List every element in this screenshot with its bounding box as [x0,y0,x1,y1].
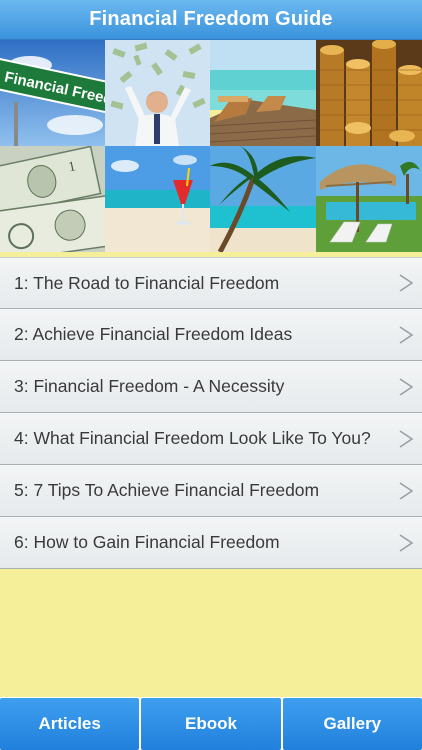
chevron-right-icon [399,481,414,500]
article-label: 6: How to Gain Financial Freedom [14,532,280,552]
navigation-bar: Financial Freedom Guide [0,0,422,40]
chevron-right-icon [399,429,414,448]
dollar-bills-photo: 1 [0,146,105,252]
chevron-right-icon [399,377,414,396]
article-label: 3: Financial Freedom - A Necessity [14,376,285,396]
article-label: 2: Achieve Financial Freedom Ideas [14,324,293,344]
cocktail-beach-photo [105,146,210,252]
beach-deck-photo [210,40,316,146]
article-list: 1: The Road to Financial Freedom 2: Achi… [0,257,422,569]
article-row-3[interactable]: 3: Financial Freedom - A Necessity [0,361,422,413]
road-sign-photo: Financial Freedo [0,40,105,146]
photo-collage: Financial Freedo 1 [0,40,422,252]
article-label: 4: What Financial Freedom Look Like To Y… [14,428,371,448]
tab-bar: Articles Ebook Gallery [0,697,422,750]
chevron-right-icon [399,325,414,344]
article-row-5[interactable]: 5: 7 Tips To Achieve Financial Freedom [0,465,422,517]
pool-umbrella-photo [316,146,422,252]
tab-ebook[interactable]: Ebook [141,698,281,750]
article-row-2[interactable]: 2: Achieve Financial Freedom Ideas [0,309,422,361]
tab-articles[interactable]: Articles [0,698,140,750]
man-with-money-photo [105,40,210,146]
chevron-right-icon [399,274,414,292]
article-row-1[interactable]: 1: The Road to Financial Freedom [0,257,422,309]
article-row-4[interactable]: 4: What Financial Freedom Look Like To Y… [0,413,422,465]
page-title: Financial Freedom Guide [89,8,333,30]
article-row-6[interactable]: 6: How to Gain Financial Freedom [0,517,422,569]
palm-tree-photo [210,146,316,252]
article-label: 1: The Road to Financial Freedom [14,272,280,293]
tab-gallery[interactable]: Gallery [282,698,422,750]
article-label: 5: 7 Tips To Achieve Financial Freedom [14,480,320,500]
chevron-right-icon [399,533,414,552]
gold-coins-photo [316,40,422,146]
